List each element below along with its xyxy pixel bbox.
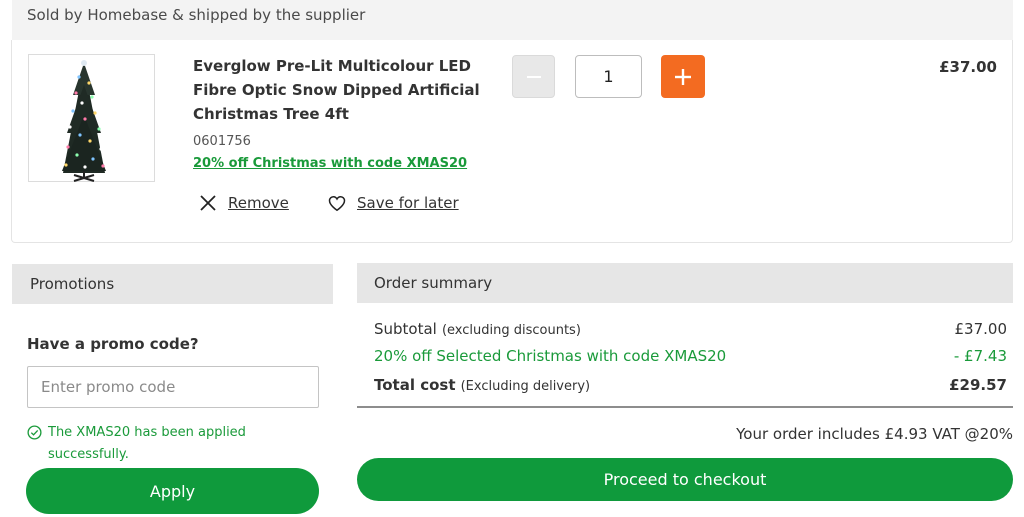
item-promo-link[interactable]: 20% off Christmas with code XMAS20 [193,156,467,171]
discount-row: 20% off Selected Christmas with code XMA… [374,347,1007,365]
proceed-to-checkout-button[interactable]: Proceed to checkout [357,458,1013,501]
item-price: £37.00 [939,58,997,76]
promotions-header: Promotions [12,264,333,304]
plus-icon [675,68,691,85]
basket-item-card: Everglow Pre-Lit Multicolour LED Fibre O… [11,40,1013,243]
check-circle-icon [27,425,42,440]
seller-text: Sold by Homebase & shipped by the suppli… [27,6,366,24]
subtotal-note: (excluding discounts) [441,323,581,338]
seller-bar: Sold by Homebase & shipped by the suppli… [12,0,1013,40]
apply-promo-button[interactable]: Apply [26,468,319,514]
total-row: Total cost (Excluding delivery) £29.57 [374,375,1007,394]
remove-label: Remove [228,194,289,212]
promotions-title: Promotions [30,275,115,293]
heart-icon [328,195,346,211]
quantity-decrease-button[interactable] [512,55,555,98]
subtotal-row: Subtotal (excluding discounts) £37.00 [374,319,1007,338]
save-for-later-button[interactable]: Save for later [328,194,459,212]
discount-label: 20% off Selected Christmas with code XMA… [374,347,727,365]
promotions-panel: Promotions Have a promo code? The XMAS20… [12,264,333,517]
order-summary-panel: Order summary Subtotal (excluding discou… [357,263,1013,517]
save-for-later-label: Save for later [357,194,459,212]
product-image[interactable] [28,54,155,182]
order-summary-header: Order summary [357,263,1013,303]
remove-button[interactable]: Remove [199,194,289,212]
total-note: (Excluding delivery) [460,379,591,394]
total-value: £29.57 [949,376,1007,394]
minus-icon [526,75,541,78]
subtotal-label: Subtotal [374,320,437,338]
quantity-input[interactable]: 1 [575,55,642,98]
product-sku: 0601756 [193,134,251,149]
discount-value: - £7.43 [953,347,1007,365]
promo-code-input[interactable] [27,366,319,408]
subtotal-value: £37.00 [954,320,1008,338]
summary-divider [357,406,1013,408]
order-summary-title: Order summary [374,274,493,292]
promo-success-message: The XMAS20 has been applied successfully… [27,425,327,466]
quantity-increase-button[interactable] [661,55,705,98]
vat-text: Your order includes £4.93 VAT @20% [736,425,1013,443]
product-name-link[interactable]: Everglow Pre-Lit Multicolour LED Fibre O… [193,54,493,126]
total-label: Total cost [374,376,456,394]
close-icon [200,195,216,211]
promo-code-question: Have a promo code? [27,335,199,353]
promo-success-text: The XMAS20 has been applied successfully… [48,425,246,462]
christmas-tree-image [62,60,106,182]
